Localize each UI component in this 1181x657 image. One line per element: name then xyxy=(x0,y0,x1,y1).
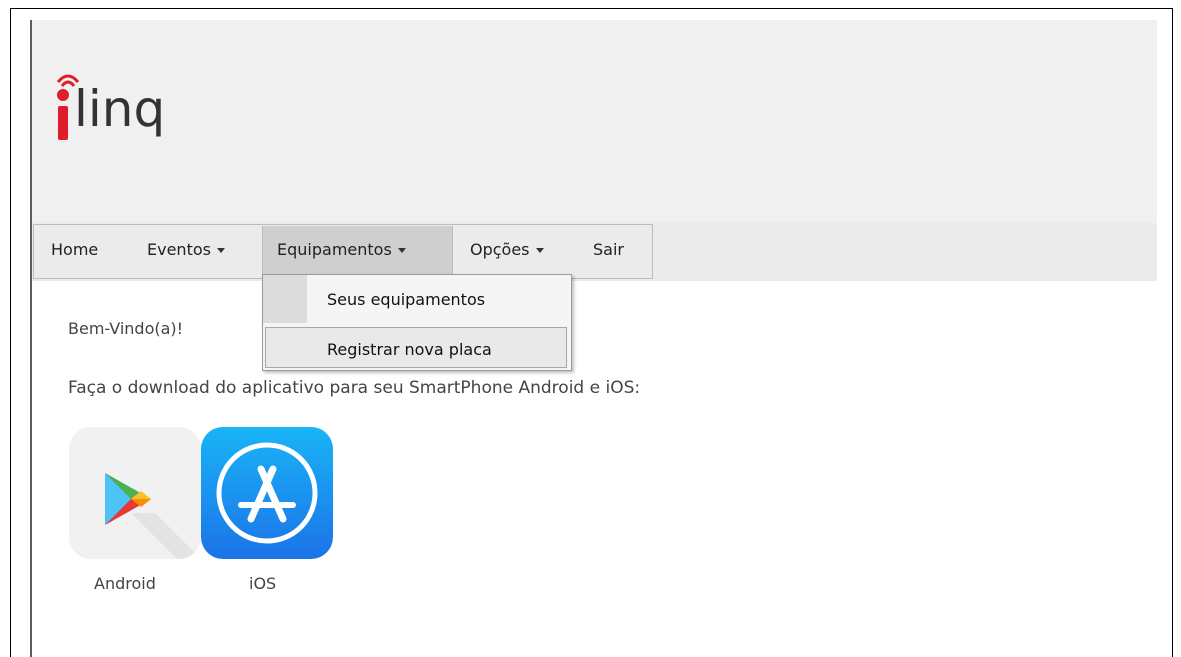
google-play-icon xyxy=(105,473,201,559)
dropdown-item-registrar-nova-placa[interactable]: Registrar nova placa xyxy=(327,340,492,359)
caret-down-icon xyxy=(216,248,225,253)
logo-text: linq xyxy=(74,80,166,138)
nav-item-label: Opções xyxy=(470,240,530,259)
caret-down-icon xyxy=(397,248,406,253)
nav-item-opcoes[interactable]: Opções xyxy=(470,240,544,259)
logo-i-letter xyxy=(58,106,68,140)
app-store-icon xyxy=(216,442,318,544)
download-instructions: Faça o download do aplicativo para seu S… xyxy=(68,378,641,398)
nav-item-home[interactable]: Home xyxy=(51,240,98,259)
nav-item-label: Eventos xyxy=(147,240,211,259)
dropdown-gutter xyxy=(263,275,307,323)
ios-app-link[interactable] xyxy=(201,427,333,559)
caret-down-icon xyxy=(535,248,544,253)
nav-item-label: Home xyxy=(51,240,99,259)
android-app-link[interactable] xyxy=(69,427,201,559)
nav-item-equipamentos[interactable]: Equipamentos xyxy=(277,240,406,259)
nav-item-label: Sair xyxy=(593,240,624,259)
iling-logo[interactable]: linq xyxy=(52,68,222,168)
android-label: Android xyxy=(94,574,156,593)
nav-item-sair[interactable]: Sair xyxy=(593,240,624,259)
logo-i-dot xyxy=(57,89,69,101)
ios-label: iOS xyxy=(249,574,277,593)
nav-item-label: Equipamentos xyxy=(277,240,392,259)
nav-item-eventos[interactable]: Eventos xyxy=(147,240,225,259)
dropdown-item-seus-equipamentos[interactable]: Seus equipamentos xyxy=(327,290,485,309)
welcome-text: Bem-Vindo(a)! xyxy=(68,319,184,338)
